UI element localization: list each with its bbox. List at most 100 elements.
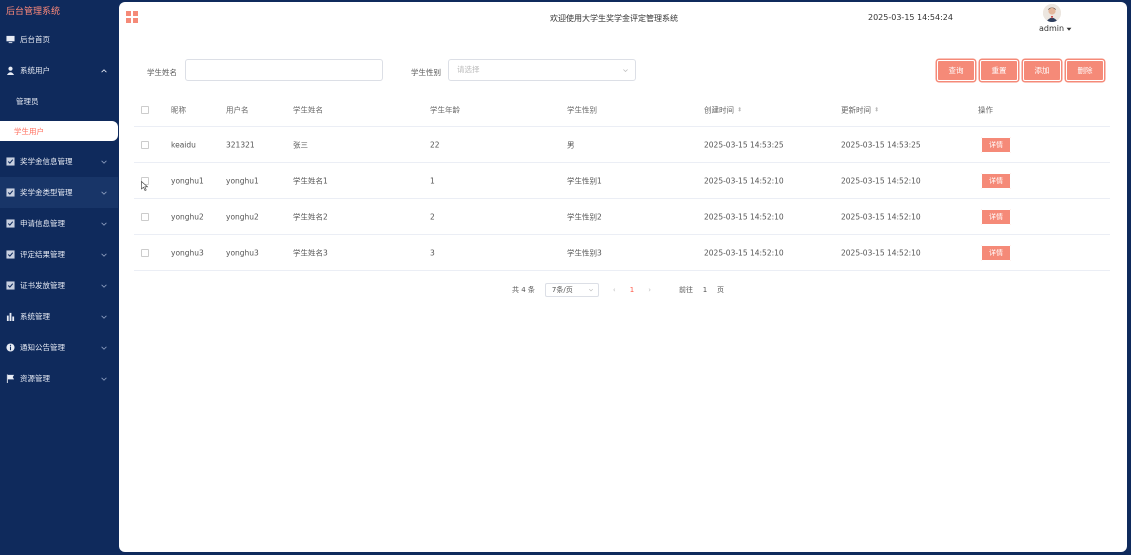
sidebar-item-label: 通知公告管理 bbox=[20, 343, 65, 352]
prev-page-icon[interactable]: ‹ bbox=[613, 286, 616, 294]
row-checkbox[interactable] bbox=[141, 248, 149, 257]
cell-updated-time: 2025-03-15 14:52:10 bbox=[841, 176, 921, 185]
student-gender-label: 学生性别 bbox=[411, 68, 441, 77]
grid-menu-icon[interactable] bbox=[126, 11, 138, 23]
check-square-icon bbox=[6, 188, 15, 197]
cell-student-gender: 男 bbox=[567, 140, 575, 149]
delete-button[interactable]: 删除 bbox=[1066, 60, 1104, 81]
cell-created-time: 2025-03-15 14:52:10 bbox=[704, 176, 784, 185]
detail-button[interactable]: 详情 bbox=[981, 172, 1011, 189]
chevron-down-icon bbox=[623, 69, 628, 73]
sidebar-item-label: 后台首页 bbox=[20, 35, 50, 44]
sidebar-item-certificate[interactable]: 证书发放管理 bbox=[0, 270, 118, 301]
goto-label: 前往 bbox=[679, 286, 693, 294]
column-header-label: 创建时间 bbox=[704, 105, 734, 114]
detail-button[interactable]: 详情 bbox=[981, 244, 1011, 261]
cell-created-time: 2025-03-15 14:52:10 bbox=[704, 212, 784, 221]
detail-button[interactable]: 详情 bbox=[981, 208, 1011, 225]
cell-nickname: keaidu bbox=[171, 140, 196, 149]
student-gender-select[interactable]: 请选择 bbox=[448, 59, 636, 81]
cell-student-name: 学生姓名3 bbox=[293, 248, 328, 257]
chevron-down-icon bbox=[101, 346, 107, 350]
sidebar-item-scholarship-type[interactable]: 奖学金类型管理 bbox=[0, 177, 118, 208]
check-square-icon bbox=[6, 157, 15, 166]
cell-updated-time: 2025-03-15 14:52:10 bbox=[841, 248, 921, 257]
cell-updated-time: 2025-03-15 14:52:10 bbox=[841, 212, 921, 221]
cell-created-time: 2025-03-15 14:52:10 bbox=[704, 248, 784, 257]
next-page-icon[interactable]: › bbox=[648, 286, 651, 294]
sidebar-item-label: 申请信息管理 bbox=[20, 219, 65, 228]
cell-nickname: yonghu3 bbox=[171, 248, 204, 257]
search-bar: 学生姓名 学生性别 请选择 查询 重置 添加 删除 bbox=[119, 59, 1127, 83]
sidebar-item-resource[interactable]: 资源管理 bbox=[0, 363, 118, 394]
query-button[interactable]: 查询 bbox=[937, 60, 975, 81]
chevron-down-icon bbox=[101, 160, 107, 164]
column-header: 学生性别 bbox=[567, 105, 597, 114]
goto-page-input[interactable]: 1 bbox=[697, 283, 713, 297]
add-button[interactable]: 添加 bbox=[1023, 60, 1061, 81]
column-header: 学生年龄 bbox=[430, 105, 460, 114]
cell-student-gender: 学生性别3 bbox=[567, 248, 602, 257]
page-number-current[interactable]: 1 bbox=[630, 286, 634, 294]
total-count: 共 4 条 bbox=[512, 286, 535, 294]
column-header: 用户名 bbox=[226, 105, 249, 114]
sidebar-item-label: 奖学金信息管理 bbox=[20, 157, 73, 166]
row-checkbox[interactable] bbox=[141, 212, 149, 221]
bar-chart-icon bbox=[6, 312, 15, 321]
sidebar-item-notice[interactable]: 通知公告管理 bbox=[0, 332, 118, 363]
avatar[interactable] bbox=[1043, 4, 1061, 22]
chevron-down-icon bbox=[101, 315, 107, 319]
check-square-icon bbox=[6, 281, 15, 290]
sidebar-item-label: 证书发放管理 bbox=[20, 281, 65, 290]
user-icon bbox=[6, 66, 15, 75]
sidebar-item-label: 管理员 bbox=[16, 96, 39, 106]
reset-button[interactable]: 重置 bbox=[980, 60, 1018, 81]
chevron-down-icon bbox=[588, 288, 593, 292]
student-name-label: 学生姓名 bbox=[147, 68, 177, 77]
detail-button[interactable]: 详情 bbox=[981, 136, 1011, 153]
sort-icon[interactable]: ⬍ bbox=[874, 107, 879, 114]
cell-student-gender: 学生性别1 bbox=[567, 176, 602, 185]
column-header: 昵称 bbox=[171, 105, 186, 114]
sort-icon[interactable]: ⬍ bbox=[737, 107, 742, 114]
sidebar-item-home[interactable]: 后台首页 bbox=[0, 24, 118, 55]
cell-student-name: 学生姓名2 bbox=[293, 212, 328, 221]
avatar-image-icon bbox=[1043, 4, 1061, 22]
cell-student-age: 22 bbox=[430, 140, 440, 149]
page-size-value: 7条/页 bbox=[551, 286, 573, 294]
sidebar-item-label: 资源管理 bbox=[20, 374, 50, 383]
sidebar-item-admin[interactable]: 管理员 bbox=[0, 86, 118, 116]
table-row: yonghu1 yonghu1 学生姓名1 1 学生性别1 2025-03-15… bbox=[134, 163, 1110, 199]
cell-username: 321321 bbox=[226, 140, 255, 149]
check-square-icon bbox=[6, 219, 15, 228]
column-header-label: 更新时间 bbox=[841, 105, 871, 114]
pagination: 共 4 条 7条/页 ‹ 1 › 前往 1 页 bbox=[512, 282, 724, 298]
chevron-down-icon bbox=[101, 191, 107, 195]
sortable-column-header[interactable]: 创建时间 ⬍ bbox=[704, 104, 742, 115]
chevron-down-icon bbox=[101, 284, 107, 288]
select-all-checkbox[interactable] bbox=[141, 105, 149, 114]
sidebar-item-label: 学生用户 bbox=[14, 126, 44, 136]
cell-created-time: 2025-03-15 14:53:25 bbox=[704, 140, 784, 149]
current-datetime: 2025-03-15 14:54:24 bbox=[868, 13, 953, 22]
row-checkbox[interactable] bbox=[141, 140, 149, 149]
sidebar-item-student-users[interactable]: 学生用户 bbox=[0, 121, 118, 141]
mouse-cursor-icon bbox=[141, 181, 149, 191]
sortable-column-header[interactable]: 更新时间 ⬍ bbox=[841, 104, 879, 115]
sidebar-item-scholarship-info[interactable]: 奖学金信息管理 bbox=[0, 146, 118, 177]
cell-nickname: yonghu2 bbox=[171, 212, 204, 221]
table-row: yonghu3 yonghu3 学生姓名3 3 学生性别3 2025-03-15… bbox=[134, 235, 1110, 271]
sidebar-item-application-info[interactable]: 申请信息管理 bbox=[0, 208, 118, 239]
student-table: 昵称 用户名 学生姓名 学生年龄 学生性别 创建时间 ⬍ 更新时间 ⬍ 操作 kea… bbox=[134, 93, 1110, 271]
page-size-select[interactable]: 7条/页 bbox=[544, 283, 599, 297]
student-name-input[interactable] bbox=[185, 59, 383, 81]
sidebar-item-system-management[interactable]: 系统管理 bbox=[0, 301, 118, 332]
caret-down-icon bbox=[1066, 27, 1072, 31]
sidebar-item-label: 评定结果管理 bbox=[20, 250, 65, 259]
sidebar-item-label: 奖学金类型管理 bbox=[20, 188, 73, 197]
sidebar-item-evaluation-result[interactable]: 评定结果管理 bbox=[0, 239, 118, 270]
user-menu[interactable]: admin bbox=[1039, 24, 1072, 33]
chevron-down-icon bbox=[101, 253, 107, 257]
sidebar-item-system-users[interactable]: 系统用户 bbox=[0, 55, 118, 86]
cell-username: yonghu1 bbox=[226, 176, 259, 185]
